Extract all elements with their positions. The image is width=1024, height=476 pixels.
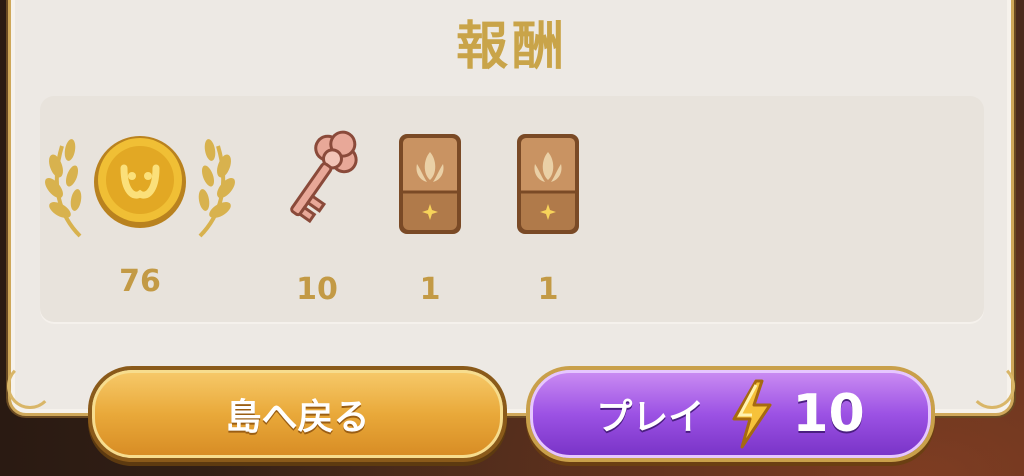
play-button[interactable]: プレイ 10 (530, 370, 931, 458)
reward-count: 1 (419, 272, 441, 307)
back-button-label: 島へ戻る (225, 397, 370, 438)
play-cost: 10 (792, 384, 865, 444)
key-icon (290, 130, 358, 224)
reward-count: 76 (119, 264, 161, 299)
panel-corner-ornament-right (969, 363, 1015, 409)
panel-corner-ornament-left (7, 363, 53, 409)
gold-coin-icon (94, 136, 186, 228)
reward-item-coin[interactable]: 76 (40, 126, 240, 306)
reward-item-card-pack[interactable]: 1 (508, 126, 588, 307)
reward-item-key[interactable]: 10 (262, 126, 372, 307)
lightning-icon (732, 379, 772, 449)
card-pack-icon (517, 134, 579, 234)
card-pack-icon (399, 134, 461, 234)
reward-count: 10 (296, 272, 338, 307)
play-button-label: プレイ (596, 397, 705, 438)
page-title: 報酬 (455, 17, 568, 77)
back-to-island-button[interactable]: 島へ戻る (92, 370, 503, 458)
reward-count: 1 (537, 272, 559, 307)
reward-item-card-pack[interactable]: 1 (390, 126, 470, 307)
